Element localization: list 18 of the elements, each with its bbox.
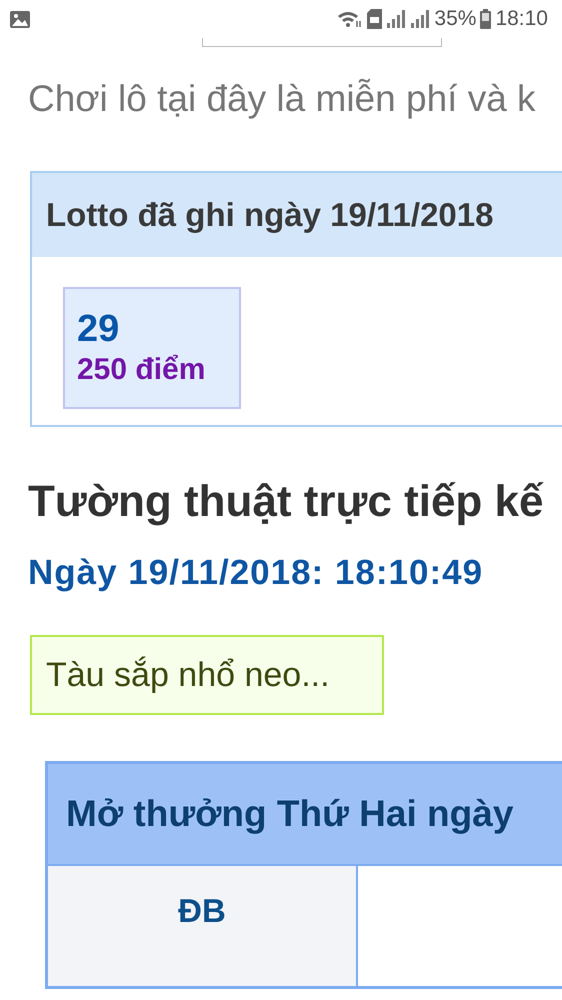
intro-text: Chơi lô tại đây là miễn phí và k xyxy=(28,79,537,119)
battery-icon xyxy=(480,9,492,29)
input-field[interactable] xyxy=(202,38,442,47)
clock-time: 18:10 xyxy=(495,7,548,31)
image-icon xyxy=(10,10,30,28)
wifi-icon xyxy=(337,9,364,29)
sim-card-icon xyxy=(367,9,382,29)
notice-text: Tàu sắp nhổ neo... xyxy=(46,656,330,694)
panel-title: Lotto đã ghi ngày 19/11/2018 xyxy=(46,196,494,234)
battery-percentage: 35% xyxy=(434,7,476,31)
signal-icon xyxy=(410,10,430,28)
lotto-number: 29 xyxy=(77,307,120,351)
prize-label: ĐB xyxy=(178,892,226,931)
live-timestamp: Ngày 19/11/2018: 18:10:49 xyxy=(28,553,484,593)
points-text: 250 điểm xyxy=(77,352,206,388)
signal-icon xyxy=(386,10,406,28)
section-title: Tường thuật trực tiếp kế xyxy=(28,476,544,528)
table-title: Mở thưởng Thứ Hai ngày xyxy=(66,793,514,835)
